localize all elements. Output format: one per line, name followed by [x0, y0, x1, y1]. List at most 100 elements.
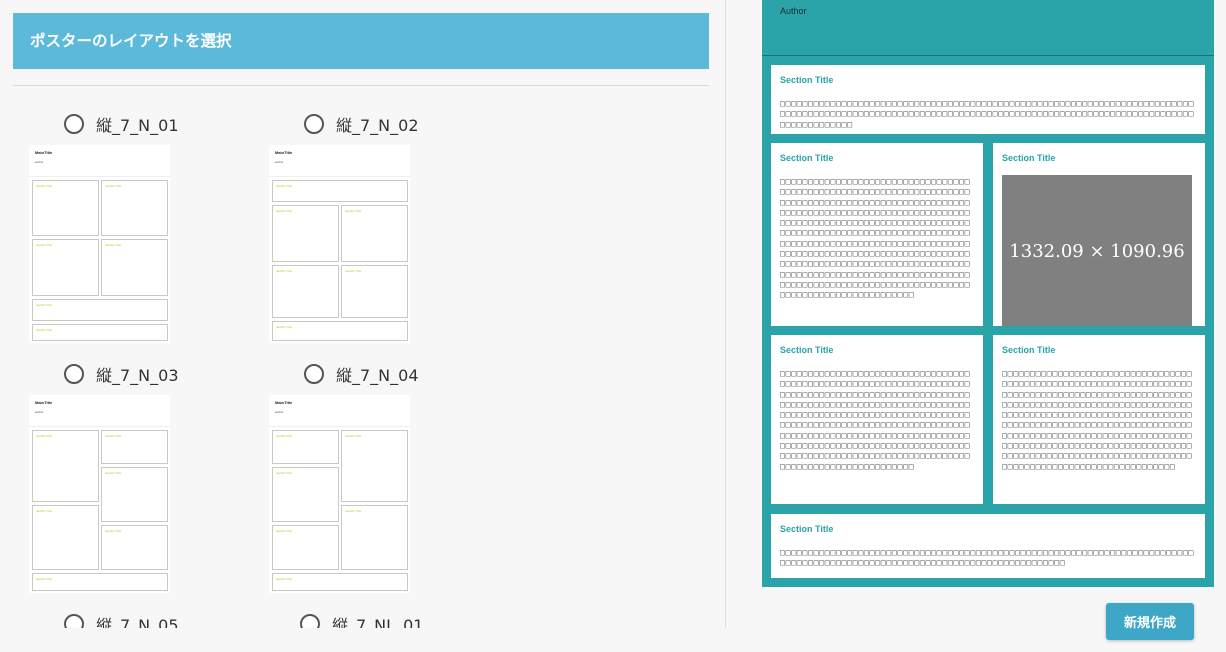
radio-button[interactable] [64, 114, 84, 134]
layout-option-1[interactable]: 縦_7_N_01 [64, 112, 179, 136]
section-body: □□□□□□□□□□□□□□□□□□□□□□□□□□□□□□□□□□□□□□□□… [780, 176, 971, 300]
layout-option-label: 縦_7_N_03 [96, 366, 179, 385]
radio-button[interactable] [300, 614, 320, 628]
thumb-section-title: Section Title [105, 184, 122, 188]
thumb-section: Section Title [32, 299, 168, 321]
thumb-section-title: Section Title [276, 471, 293, 475]
thumb-section-title: Section Title [276, 434, 293, 438]
poster-header-divider [762, 55, 1214, 56]
image-placeholder: 1332.09 × 1090.96 [1002, 175, 1192, 326]
radio-button[interactable] [304, 364, 324, 384]
panel-divider [725, 0, 726, 628]
thumb-section: Section Title [101, 239, 168, 296]
poster-section-card: Section Title □□□□□□□□□□□□□□□□□□□□□□□□□□… [771, 335, 983, 504]
thumb-main-title: MainTitle [35, 150, 53, 155]
poster-section-card: Section Title □□□□□□□□□□□□□□□□□□□□□□□□□□… [771, 514, 1205, 578]
thumb-section: Section Title [272, 205, 339, 262]
thumb-author: author [35, 160, 44, 164]
thumb-section-title: Section Title [105, 243, 122, 247]
radio-button[interactable] [304, 114, 324, 134]
thumb-section: Section Title [32, 505, 99, 570]
thumb-main-title: MainTitle [35, 400, 53, 405]
thumb-author: author [275, 160, 284, 164]
thumb-section: Section Title [32, 324, 168, 341]
thumb-section-title: Section Title [345, 209, 362, 213]
thumb-section: Section Title [272, 467, 339, 522]
layout-option-label: 縦_7_N_04 [336, 366, 419, 385]
poster-section-card: Section Title □□□□□□□□□□□□□□□□□□□□□□□□□□… [993, 335, 1205, 504]
thumb-section-title: Section Title [105, 471, 122, 475]
section-title: Section Title [780, 524, 834, 534]
section-body: □□□□□□□□□□□□□□□□□□□□□□□□□□□□□□□□□□□□□□□□… [780, 368, 971, 471]
layout-thumbnail-4[interactable]: MainTitle author Section Title Section T… [269, 395, 410, 593]
layout-thumbnail-2[interactable]: MainTitle author Section Title Section T… [269, 145, 410, 343]
thumb-section: Section Title [341, 505, 408, 570]
thumb-section: Section Title [272, 573, 408, 591]
layout-option-3[interactable]: 縦_7_N_03 [64, 362, 179, 386]
thumb-main-title: MainTitle [275, 400, 293, 405]
layout-thumbnail-1[interactable]: MainTitle author Section Title Section T… [29, 145, 170, 343]
thumb-section-title: Section Title [276, 209, 293, 213]
thumb-section-title: Section Title [276, 325, 293, 329]
layout-option-4[interactable]: 縦_7_N_04 [304, 362, 419, 386]
thumb-header: MainTitle author [29, 145, 170, 177]
thumb-section: Section Title [101, 180, 168, 236]
thumb-section-title: Section Title [36, 509, 53, 513]
thumb-section: Section Title [341, 205, 408, 262]
radio-button[interactable] [64, 364, 84, 384]
layout-option-label: 縦_7_N_02 [336, 116, 419, 135]
section-body: □□□□□□□□□□□□□□□□□□□□□□□□□□□□□□□□□□□□□□□□… [780, 98, 1195, 129]
poster-section-card: Section Title □□□□□□□□□□□□□□□□□□□□□□□□□□… [771, 143, 983, 326]
thumb-author: author [275, 410, 284, 414]
thumb-section-title: Section Title [345, 509, 362, 513]
section-title: Section Title [780, 345, 834, 355]
thumb-header: MainTitle author [269, 395, 410, 427]
thumb-section: Section Title [32, 239, 99, 296]
thumb-section: Section Title [32, 573, 168, 591]
poster-section-card: Section Title 1332.09 × 1090.96 [993, 143, 1205, 326]
section-title: Section Title [780, 153, 834, 163]
thumb-section-title: Section Title [36, 303, 53, 307]
thumb-section-title: Section Title [345, 269, 362, 273]
thumb-section: Section Title [32, 430, 99, 502]
thumb-section: Section Title [101, 525, 168, 570]
thumb-section-title: Section Title [105, 529, 122, 533]
divider [13, 85, 709, 86]
thumb-section: Section Title [272, 180, 408, 202]
layout-option-5[interactable]: 縦_7_N_05 [64, 612, 179, 628]
layout-thumbnail-3[interactable]: MainTitle author Section Title Section T… [29, 395, 170, 593]
thumb-section: Section Title [272, 265, 339, 318]
layout-option-6[interactable]: 縦_7_NL_01 [300, 612, 423, 628]
poster-section-card: Section Title □□□□□□□□□□□□□□□□□□□□□□□□□□… [771, 65, 1205, 134]
layout-option-2[interactable]: 縦_7_N_02 [304, 112, 419, 136]
thumb-section: Section Title [341, 265, 408, 318]
thumb-section: Section Title [341, 430, 408, 502]
thumb-section: Section Title [272, 321, 408, 341]
create-new-button[interactable]: 新規作成 [1106, 603, 1194, 640]
thumb-header: MainTitle author [269, 145, 410, 177]
section-body: □□□□□□□□□□□□□□□□□□□□□□□□□□□□□□□□□□□□□□□□… [780, 547, 1195, 568]
thumb-section-title: Section Title [36, 243, 53, 247]
thumb-section: Section Title [272, 430, 339, 464]
thumb-section: Section Title [101, 430, 168, 464]
thumb-section-title: Section Title [276, 269, 293, 273]
thumb-section-title: Section Title [345, 434, 362, 438]
section-title: Section Title [1002, 345, 1056, 355]
thumb-section: Section Title [272, 525, 339, 570]
poster-author: Author [780, 6, 807, 16]
thumb-section-title: Section Title [36, 577, 53, 581]
layout-selection-panel: ポスターのレイアウトを選択 縦_7_N_01 MainTitle author … [0, 0, 725, 628]
section-title: Section Title [1002, 153, 1056, 163]
poster-preview: Author Section Title □□□□□□□□□□□□□□□□□□□… [762, 0, 1214, 587]
thumb-section-title: Section Title [36, 184, 53, 188]
thumb-section-title: Section Title [105, 434, 122, 438]
thumb-section: Section Title [32, 180, 99, 236]
radio-button[interactable] [64, 614, 84, 628]
thumb-main-title: MainTitle [275, 150, 293, 155]
thumb-section-title: Section Title [36, 328, 53, 332]
thumb-author: author [35, 410, 44, 414]
thumb-section-title: Section Title [36, 434, 53, 438]
thumb-header: MainTitle author [29, 395, 170, 427]
thumb-section-title: Section Title [276, 184, 293, 188]
section-title: Section Title [780, 75, 834, 85]
